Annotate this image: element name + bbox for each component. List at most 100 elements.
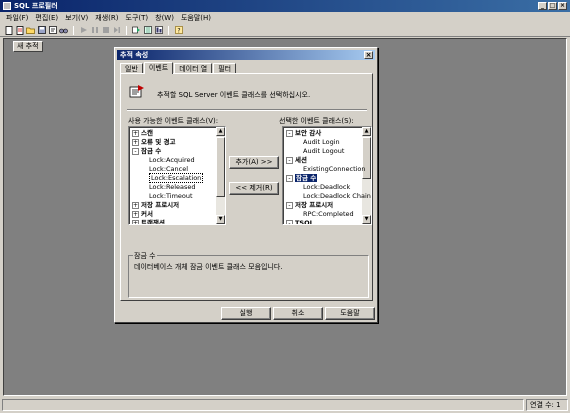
tree-event-item[interactable]: Lock:Acquired [149,156,195,165]
tree-event-item[interactable]: Lock:Deadlock [303,183,350,192]
tree-category-node[interactable]: + 스캔 [132,129,153,138]
tree-category-node[interactable]: - 보안 감사 [286,129,321,138]
menu-replay[interactable]: 재생(R) [95,13,118,23]
tree-category-node[interactable]: - TSQL [286,219,314,225]
event-description-text: 데이터베이스 개체 잠금 이벤트 클래스 모음입니다. [134,263,283,271]
tree-category-node[interactable]: - 잠금 수 [132,147,161,156]
available-tree-scrollbar[interactable]: ▲ ▼ [216,127,225,224]
start-icon[interactable] [79,26,88,35]
expand-icon[interactable]: + [132,138,139,146]
app-icon [3,2,11,10]
collapse-icon[interactable]: - [286,156,293,164]
tree-item-label: Lock:Timeout [149,192,193,200]
selected-events-tree[interactable]: ▲ ▼ - 보안 감사 Audit Login Audit Logout - 세션 Exis… [282,126,372,225]
tree-item-label: TSQL [295,219,314,225]
collapse-icon[interactable]: - [286,174,293,182]
tree-category-node[interactable]: - 세션 [286,156,307,165]
tree-event-item[interactable]: Audit Logout [303,147,344,156]
open-icon[interactable] [26,26,35,35]
tree-item-label: Audit Login [303,138,340,146]
remove-event-button[interactable]: << 제거(R) [229,182,279,195]
find-icon[interactable] [59,26,68,35]
available-events-tree[interactable]: ▲ ▼ + 스캔 + 오류 및 경고 - 잠금 수 Lock:Acquired Lock:Ca… [128,126,226,225]
tab-events[interactable]: 이벤트 [143,62,174,74]
query-analyzer-icon[interactable] [143,26,152,35]
tree-item-label: 오류 및 경고 [141,138,176,146]
tree-event-item[interactable]: Lock:Escalation [149,173,204,183]
tree-item-label: Lock:Escalation [149,173,204,183]
help-icon[interactable]: ? [174,26,183,35]
tree-item-label: Lock:Released [149,183,196,191]
tree-event-item[interactable]: ExistingConnection [303,165,366,174]
dialog-close-button[interactable]: × [364,51,373,59]
toolbar-separator [126,25,127,35]
maximize-button[interactable]: □ [548,2,557,10]
index-tuning-icon[interactable] [154,26,163,35]
expand-icon[interactable]: + [132,129,139,137]
tree-item-label: 세션 [295,156,307,164]
pause-icon[interactable] [90,26,99,35]
tree-category-node[interactable]: + 트랜잭션 [132,219,165,225]
tree-item-label: 잠금 수 [295,174,318,182]
menu-edit[interactable]: 편집(E) [35,13,58,23]
save-icon[interactable] [37,26,46,35]
scroll-thumb[interactable] [216,137,225,197]
run-button[interactable]: 실행 [221,307,271,320]
menu-bar: 파일(F) 편집(E) 보기(V) 재생(R) 도구(T) 창(W) 도움말(H… [0,12,570,24]
expand-icon[interactable]: + [132,210,139,218]
menu-view[interactable]: 보기(V) [65,13,88,23]
tree-item-label: 트랜잭션 [141,219,165,225]
collapse-icon[interactable]: - [286,201,293,209]
trace-properties-dialog: 추적 속성 × 일반 이벤트 데이터 열 필터 추적할 SQL Server 이… [114,47,378,323]
tree-category-node[interactable]: + 오류 및 경고 [132,138,175,147]
new-icon[interactable] [4,25,13,35]
new-trace-button[interactable]: 새 추적 [13,41,43,52]
stop-icon[interactable] [101,26,110,35]
minimize-button[interactable]: _ [538,2,547,10]
scroll-up-arrow-icon[interactable]: ▲ [362,127,371,136]
menu-file[interactable]: 파일(F) [6,13,28,23]
help-button[interactable]: 도움말 [325,307,375,320]
tree-category-node[interactable]: + 커서 [132,210,153,219]
tree-item-label: Audit Logout [303,147,345,155]
menu-help[interactable]: 도움말(H) [181,13,211,23]
scroll-down-arrow-icon[interactable]: ▼ [216,215,225,224]
properties-icon[interactable] [48,26,57,35]
tree-event-item[interactable]: Lock:Timeout [149,192,193,201]
tree-event-item[interactable]: RPC:Completed [303,210,354,219]
cancel-button[interactable]: 취소 [273,307,323,320]
tree-item-label: 커서 [141,210,153,218]
selected-tree-scrollbar[interactable]: ▲ ▼ [362,127,371,224]
tree-item-label: 스캔 [141,129,153,137]
menu-window[interactable]: 창(W) [155,13,174,23]
menu-tools[interactable]: 도구(T) [126,13,149,23]
new-trace-icon[interactable] [15,25,24,35]
toolbar-separator [73,25,74,35]
replay-icon[interactable] [132,26,141,35]
collapse-icon[interactable]: - [286,219,293,224]
scroll-up-arrow-icon[interactable]: ▲ [216,127,225,136]
window-controls: _ □ × [538,2,567,10]
tree-item-label: ExistingConnection [303,165,366,173]
app-title-bar: SQL 프로필러 _ □ × [0,0,570,12]
tree-event-item[interactable]: Lock:Released [149,183,196,192]
tree-event-item[interactable]: Lock:Deadlock Chain [303,192,371,201]
expand-icon[interactable]: + [132,201,139,209]
tree-event-item[interactable]: Audit Login [303,138,340,147]
status-bar: 연결 수: 1 [0,398,570,413]
step-icon[interactable] [112,26,121,35]
add-event-button[interactable]: 추가(A) >> [229,156,279,169]
scroll-down-arrow-icon[interactable]: ▼ [362,215,371,224]
selected-events-label: 선택한 이벤트 클래스(S): [279,117,354,125]
collapse-icon[interactable]: - [286,129,293,137]
expand-icon[interactable]: + [132,219,139,224]
close-button[interactable]: × [558,2,567,10]
tree-category-node[interactable]: + 저장 프로시저 [132,201,179,210]
tree-item-label: 잠금 수 [141,147,162,155]
tree-category-node[interactable]: - 잠금 수 [286,174,318,183]
tree-category-node[interactable]: - 저장 프로시저 [286,201,333,210]
info-text: 추적할 SQL Server 이벤트 클래스를 선택하십시오. [157,91,311,99]
events-tab-panel: 추적할 SQL Server 이벤트 클래스를 선택하십시오. 사용 가능한 이… [120,73,373,301]
collapse-icon[interactable]: - [132,147,139,155]
svg-text:?: ? [177,28,180,35]
